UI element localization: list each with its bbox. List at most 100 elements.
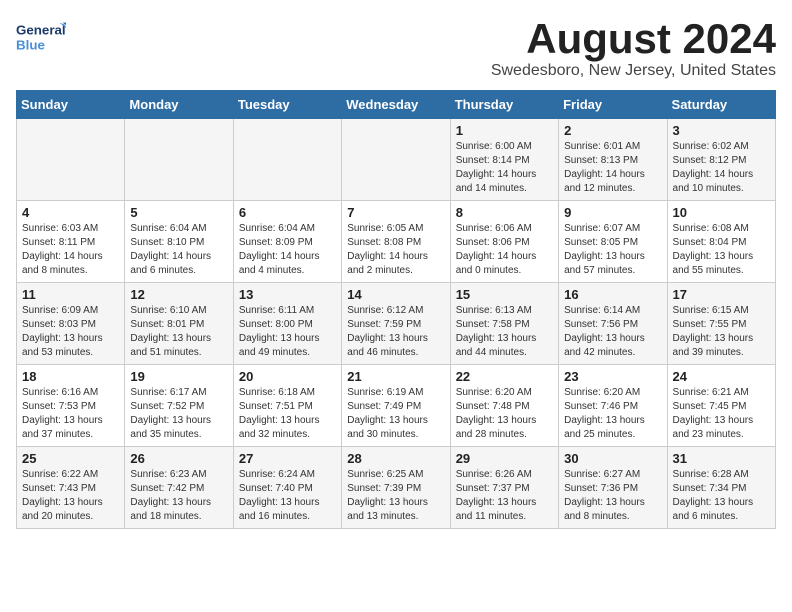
day-number: 28 [347,451,444,466]
day-info: Sunrise: 6:04 AM Sunset: 8:10 PM Dayligh… [130,222,227,278]
day-cell [17,119,125,201]
day-number: 14 [347,287,444,302]
day-info: Sunrise: 6:14 AM Sunset: 7:56 PM Dayligh… [564,304,661,360]
day-number: 31 [673,451,770,466]
day-info: Sunrise: 6:24 AM Sunset: 7:40 PM Dayligh… [239,468,336,524]
day-info: Sunrise: 6:12 AM Sunset: 7:59 PM Dayligh… [347,304,444,360]
day-info: Sunrise: 6:03 AM Sunset: 8:11 PM Dayligh… [22,222,119,278]
day-cell: 17Sunrise: 6:15 AM Sunset: 7:55 PM Dayli… [667,283,775,365]
header-cell-saturday: Saturday [667,91,775,119]
day-cell: 23 Sunrise: 6:20 AM Sunset: 7:46 PM Dayli… [559,365,667,447]
day-info: Sunrise: 6:21 AM Sunset: 7:45 PM Dayligh… [673,386,770,442]
day-number: 27 [239,451,336,466]
header: General Blue August 2024 Swedesboro, New… [16,16,776,80]
day-number: 10 [673,205,770,220]
header-cell-friday: Friday [559,91,667,119]
week-row-1: 1Sunrise: 6:00 AM Sunset: 8:14 PM Daylig… [17,119,776,201]
day-info: Sunrise: 6:01 AM Sunset: 8:13 PM Dayligh… [564,140,661,196]
day-number: 7 [347,205,444,220]
day-info: Sunrise: 6:23 AM Sunset: 7:42 PM Dayligh… [130,468,227,524]
day-number: 11 [22,287,119,302]
day-info: Sunrise: 6:09 AM Sunset: 8:03 PM Dayligh… [22,304,119,360]
day-info: Sunrise: 6:16 AM Sunset: 7:53 PM Dayligh… [22,386,119,442]
day-info: Sunrise: 6:28 AM Sunset: 7:34 PM Dayligh… [673,468,770,524]
week-row-5: 25 Sunrise: 6:22 AM Sunset: 7:43 PM Dayli… [17,447,776,529]
day-cell [125,119,233,201]
day-number: 19 [130,369,227,384]
day-number: 2 [564,123,661,138]
day-info: Sunrise: 6:26 AM Sunset: 7:37 PM Dayligh… [456,468,553,524]
day-cell: 18 Sunrise: 6:16 AM Sunset: 7:53 PM Dayli… [17,365,125,447]
day-number: 20 [239,369,336,384]
day-info: Sunrise: 6:22 AM Sunset: 7:43 PM Dayligh… [22,468,119,524]
header-cell-tuesday: Tuesday [233,91,341,119]
day-info: Sunrise: 6:07 AM Sunset: 8:05 PM Dayligh… [564,222,661,278]
day-number: 30 [564,451,661,466]
day-number: 9 [564,205,661,220]
day-info: Sunrise: 6:08 AM Sunset: 8:04 PM Dayligh… [673,222,770,278]
day-cell: 24 Sunrise: 6:21 AM Sunset: 7:45 PM Dayli… [667,365,775,447]
day-cell: 14 Sunrise: 6:12 AM Sunset: 7:59 PM Dayli… [342,283,450,365]
day-number: 29 [456,451,553,466]
day-number: 18 [22,369,119,384]
day-cell: 2 Sunrise: 6:01 AM Sunset: 8:13 PM Daylig… [559,119,667,201]
title-section: August 2024 Swedesboro, New Jersey, Unit… [491,16,776,80]
day-cell: 5 Sunrise: 6:04 AM Sunset: 8:10 PM Daylig… [125,201,233,283]
day-cell: 29 Sunrise: 6:26 AM Sunset: 7:37 PM Dayli… [450,447,558,529]
day-cell: 31 Sunrise: 6:28 AM Sunset: 7:34 PM Dayli… [667,447,775,529]
day-number: 26 [130,451,227,466]
day-cell: 20 Sunrise: 6:18 AM Sunset: 7:51 PM Dayli… [233,365,341,447]
day-number: 13 [239,287,336,302]
day-info: Sunrise: 6:04 AM Sunset: 8:09 PM Dayligh… [239,222,336,278]
day-number: 17 [673,287,770,302]
day-cell: 12Sunrise: 6:10 AM Sunset: 8:01 PM Dayli… [125,283,233,365]
day-cell: 6 Sunrise: 6:04 AM Sunset: 8:09 PM Daylig… [233,201,341,283]
day-info: Sunrise: 6:18 AM Sunset: 7:51 PM Dayligh… [239,386,336,442]
calendar-title: August 2024 [491,16,776,62]
day-info: Sunrise: 6:06 AM Sunset: 8:06 PM Dayligh… [456,222,553,278]
day-info: Sunrise: 6:20 AM Sunset: 7:46 PM Dayligh… [564,386,661,442]
day-number: 22 [456,369,553,384]
header-cell-wednesday: Wednesday [342,91,450,119]
day-cell: 28Sunrise: 6:25 AM Sunset: 7:39 PM Dayli… [342,447,450,529]
header-cell-sunday: Sunday [17,91,125,119]
calendar-body: 1Sunrise: 6:00 AM Sunset: 8:14 PM Daylig… [17,119,776,529]
day-info: Sunrise: 6:00 AM Sunset: 8:14 PM Dayligh… [456,140,553,196]
day-info: Sunrise: 6:02 AM Sunset: 8:12 PM Dayligh… [673,140,770,196]
day-cell: 13 Sunrise: 6:11 AM Sunset: 8:00 PM Dayli… [233,283,341,365]
day-info: Sunrise: 6:19 AM Sunset: 7:49 PM Dayligh… [347,386,444,442]
day-cell: 11 Sunrise: 6:09 AM Sunset: 8:03 PM Dayli… [17,283,125,365]
day-cell: 8Sunrise: 6:06 AM Sunset: 8:06 PM Daylig… [450,201,558,283]
day-cell: 30 Sunrise: 6:27 AM Sunset: 7:36 PM Dayli… [559,447,667,529]
day-info: Sunrise: 6:27 AM Sunset: 7:36 PM Dayligh… [564,468,661,524]
day-number: 25 [22,451,119,466]
day-cell: 1Sunrise: 6:00 AM Sunset: 8:14 PM Daylig… [450,119,558,201]
day-cell: 19 Sunrise: 6:17 AM Sunset: 7:52 PM Dayli… [125,365,233,447]
day-info: Sunrise: 6:05 AM Sunset: 8:08 PM Dayligh… [347,222,444,278]
day-cell: 26 Sunrise: 6:23 AM Sunset: 7:42 PM Dayli… [125,447,233,529]
day-info: Sunrise: 6:13 AM Sunset: 7:58 PM Dayligh… [456,304,553,360]
day-number: 15 [456,287,553,302]
day-info: Sunrise: 6:11 AM Sunset: 8:00 PM Dayligh… [239,304,336,360]
day-number: 16 [564,287,661,302]
day-cell: 10 Sunrise: 6:08 AM Sunset: 8:04 PM Dayli… [667,201,775,283]
day-info: Sunrise: 6:10 AM Sunset: 8:01 PM Dayligh… [130,304,227,360]
day-cell [233,119,341,201]
day-cell: 4 Sunrise: 6:03 AM Sunset: 8:11 PM Daylig… [17,201,125,283]
day-cell [342,119,450,201]
day-number: 24 [673,369,770,384]
day-cell: 3Sunrise: 6:02 AM Sunset: 8:12 PM Daylig… [667,119,775,201]
week-row-3: 11 Sunrise: 6:09 AM Sunset: 8:03 PM Dayli… [17,283,776,365]
week-row-2: 4 Sunrise: 6:03 AM Sunset: 8:11 PM Daylig… [17,201,776,283]
calendar-subtitle: Swedesboro, New Jersey, United States [491,62,776,80]
day-number: 21 [347,369,444,384]
day-number: 6 [239,205,336,220]
day-info: Sunrise: 6:17 AM Sunset: 7:52 PM Dayligh… [130,386,227,442]
day-number: 5 [130,205,227,220]
day-cell: 21 Sunrise: 6:19 AM Sunset: 7:49 PM Dayli… [342,365,450,447]
day-cell: 27 Sunrise: 6:24 AM Sunset: 7:40 PM Dayli… [233,447,341,529]
day-number: 4 [22,205,119,220]
day-cell: 15 Sunrise: 6:13 AM Sunset: 7:58 PM Dayli… [450,283,558,365]
day-number: 23 [564,369,661,384]
day-cell: 9 Sunrise: 6:07 AM Sunset: 8:05 PM Daylig… [559,201,667,283]
